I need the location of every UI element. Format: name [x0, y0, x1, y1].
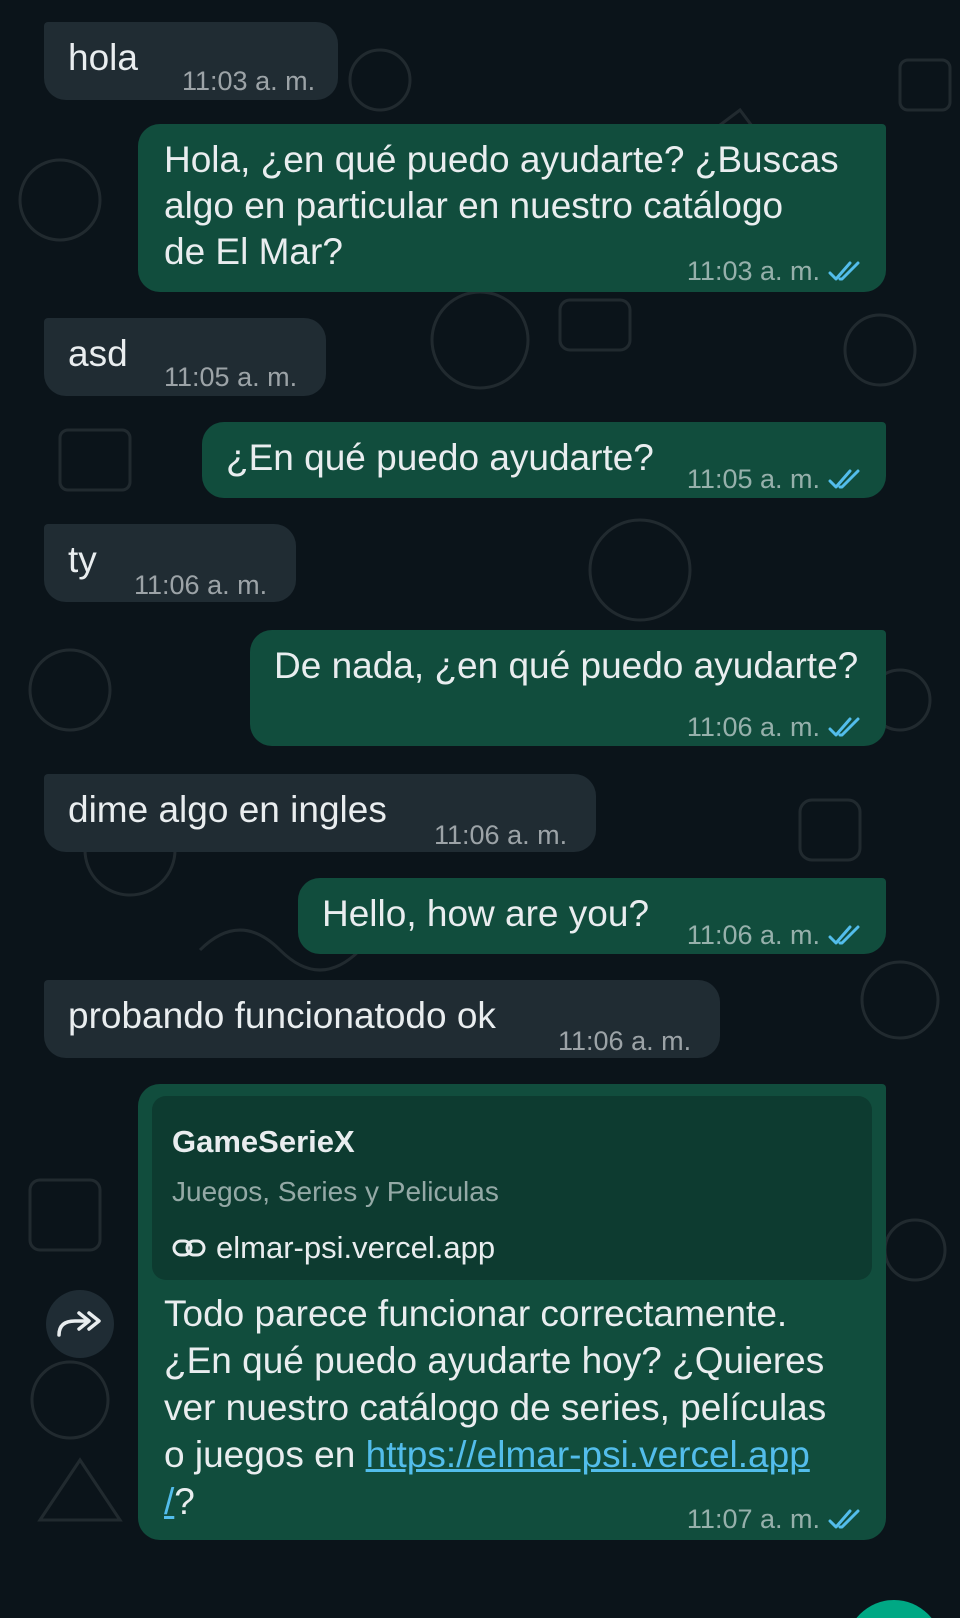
- time-label: 11:05 a. m.: [164, 362, 298, 392]
- link-preview-domain-text: elmar-psi.vercel.app: [216, 1230, 496, 1265]
- message-time: 11:06 a. m.: [434, 812, 567, 859]
- message-text: asd: [68, 333, 128, 374]
- incoming-message[interactable]: asd 11:05 a. m.: [44, 318, 326, 396]
- time-label: 11:07 a. m.: [686, 1504, 820, 1534]
- message-time: 11:06 a. m.: [134, 562, 267, 609]
- time-label: 11:06 a. m.: [134, 570, 268, 600]
- incoming-message[interactable]: probando funcionatodo ok 11:06 a. m.: [44, 980, 720, 1058]
- message-text-line: ver nuestro catálogo de series, película…: [164, 1387, 827, 1428]
- message-text-line: Hola, ¿en qué puedo ayudarte? ¿Buscas: [164, 139, 839, 180]
- message-text-fragment: o juegos en: [164, 1434, 366, 1475]
- outgoing-message-with-link[interactable]: GameSerieX Juegos, Series y Peliculas el…: [138, 1084, 886, 1540]
- incoming-message[interactable]: hola 11:03 a. m.: [44, 22, 338, 100]
- outgoing-message[interactable]: Hello, how are you? 11:06 a. m.: [298, 878, 886, 954]
- link-preview-title: GameSerieX: [172, 1124, 355, 1159]
- outgoing-message[interactable]: Hola, ¿en qué puedo ayudarte? ¿Buscas al…: [138, 124, 886, 292]
- message-text-line: algo en particular en nuestro catálogo: [164, 185, 784, 226]
- double-check-icon: [828, 1509, 860, 1528]
- time-label: 11:06 a. m.: [434, 820, 568, 850]
- link-preview-description: Juegos, Series y Peliculas: [172, 1176, 499, 1207]
- message-text-line: Todo parece funcionar correctamente.: [164, 1293, 788, 1334]
- message-text: probando funcionatodo ok: [68, 995, 496, 1036]
- message-meta: 11:05 a. m.: [687, 456, 866, 503]
- time-label: 11:05 a. m.: [686, 464, 820, 494]
- incoming-message[interactable]: dime algo en ingles 11:06 a. m.: [44, 774, 596, 852]
- time-label: 11:06 a. m.: [686, 712, 820, 742]
- message-text: Hello, how are you?: [322, 893, 650, 934]
- time-label: 11:06 a. m.: [558, 1026, 692, 1056]
- message-url-link-continued[interactable]: /: [164, 1481, 174, 1522]
- link-icon: [172, 1239, 206, 1256]
- message-meta: 11:07 a. m.: [687, 1496, 866, 1543]
- forward-icon: [57, 1311, 101, 1337]
- message-text-line: o juegos en https://elmar-psi.vercel.app: [164, 1431, 826, 1478]
- double-check-icon: [828, 925, 860, 944]
- double-check-icon: [828, 469, 860, 488]
- incoming-message[interactable]: ty 11:06 a. m.: [44, 524, 296, 602]
- message-time: 11:03 a. m.: [182, 58, 315, 105]
- message-time: 11:06 a. m.: [558, 1018, 691, 1065]
- double-check-icon: [828, 717, 860, 736]
- message-text-line: ¿En qué puedo ayudarte hoy? ¿Quieres: [164, 1340, 825, 1381]
- double-check-icon: [828, 261, 860, 280]
- message-body: Todo parece funcionar correctamente. ¿En…: [164, 1290, 826, 1525]
- outgoing-message[interactable]: De nada, ¿en qué puedo ayudarte? 11:06 a…: [250, 630, 886, 746]
- message-text-fragment: ?: [174, 1481, 195, 1522]
- forward-button[interactable]: [46, 1290, 114, 1358]
- time-label: 11:03 a. m.: [182, 66, 316, 96]
- message-url-link[interactable]: https://elmar-psi.vercel.app: [366, 1434, 810, 1475]
- link-preview-domain: elmar-psi.vercel.app: [172, 1224, 495, 1271]
- message-text-line: de El Mar?: [164, 231, 343, 272]
- message-text: dime algo en ingles: [68, 789, 387, 830]
- message-meta: 11:03 a. m.: [687, 248, 866, 295]
- link-preview-card[interactable]: GameSerieX Juegos, Series y Peliculas el…: [152, 1096, 872, 1280]
- message-meta: 11:06 a. m.: [687, 912, 866, 959]
- outgoing-message[interactable]: ¿En qué puedo ayudarte? 11:05 a. m.: [202, 422, 886, 498]
- message-text: hola: [68, 37, 138, 78]
- message-text: De nada, ¿en qué puedo ayudarte?: [274, 645, 859, 686]
- message-text: ¿En qué puedo ayudarte?: [226, 437, 654, 478]
- time-label: 11:03 a. m.: [686, 256, 820, 286]
- message-time: 11:05 a. m.: [164, 354, 297, 401]
- message-text: ty: [68, 539, 97, 580]
- message-meta: 11:06 a. m.: [687, 704, 866, 751]
- time-label: 11:06 a. m.: [686, 920, 820, 950]
